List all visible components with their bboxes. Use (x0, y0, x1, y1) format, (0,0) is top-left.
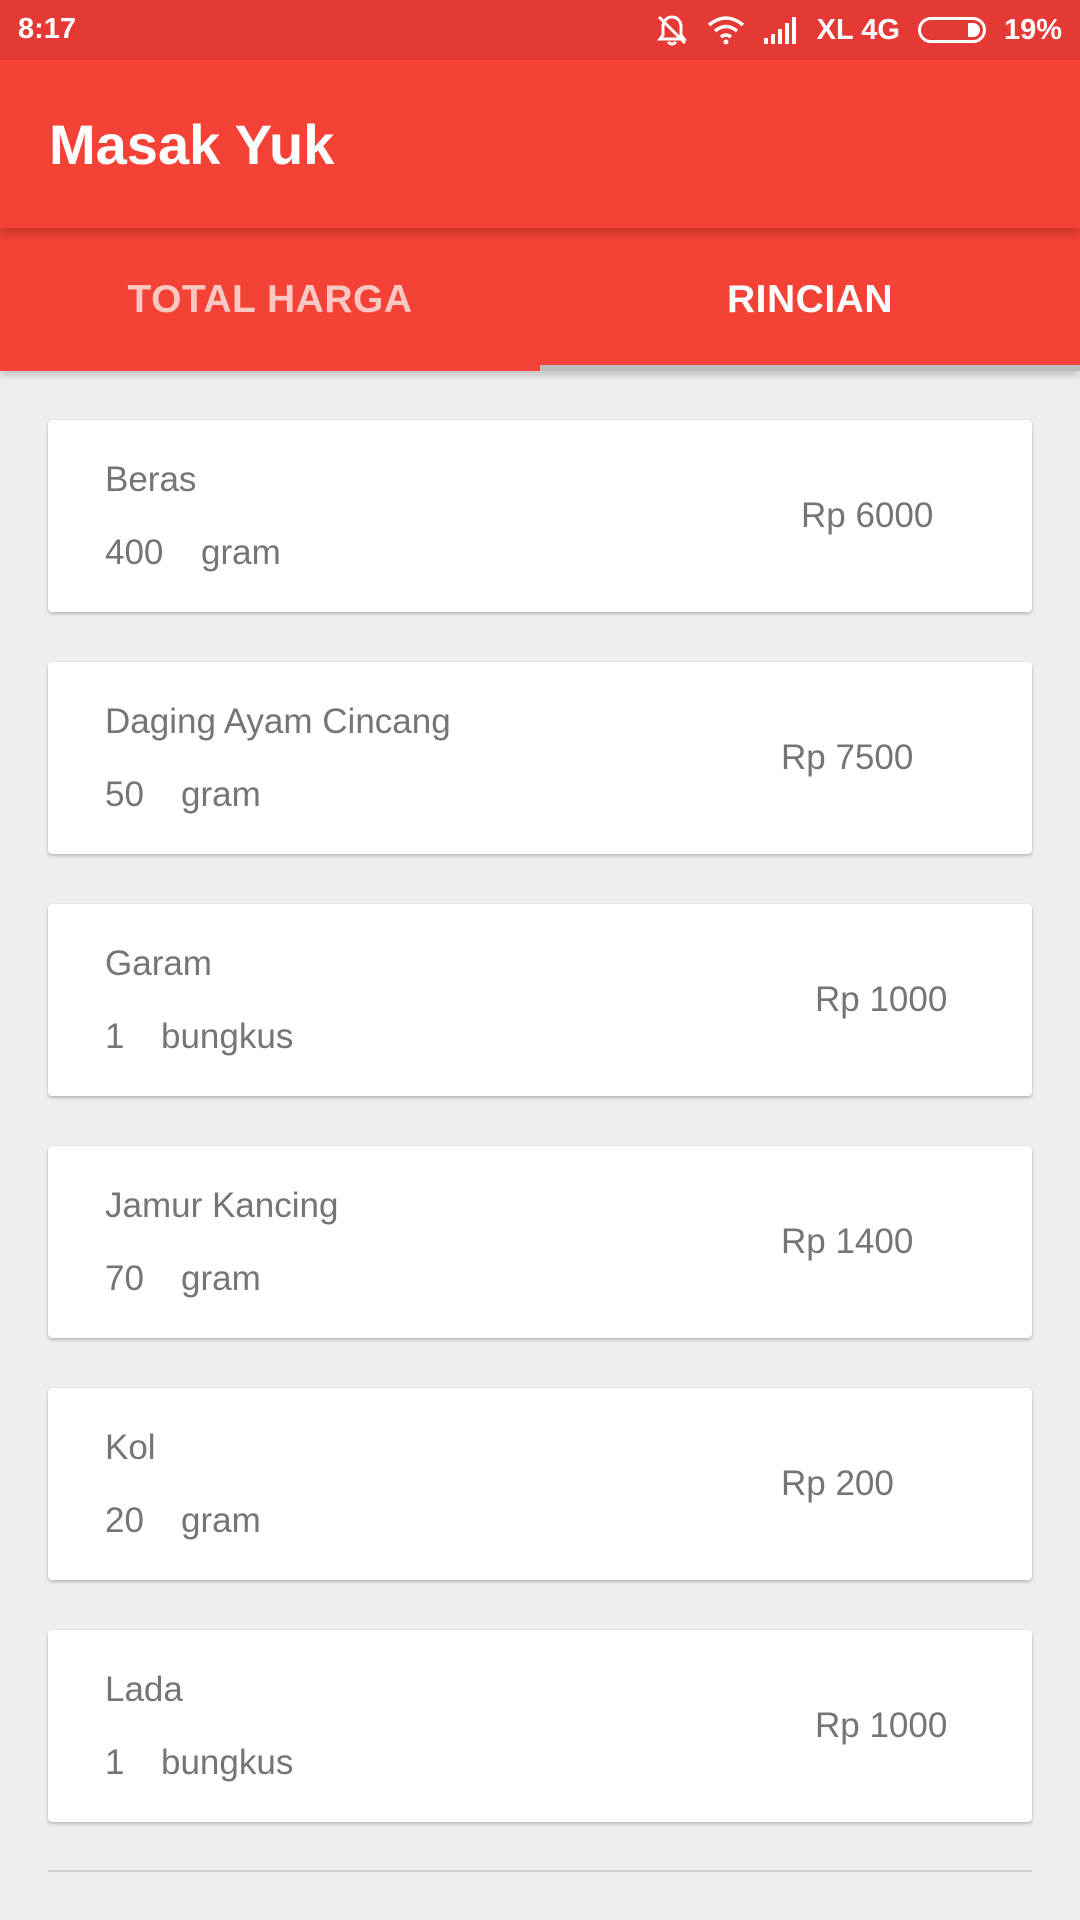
status-time: 8:17 (18, 13, 77, 45)
item-unit: bungkus (161, 1743, 294, 1782)
item-qty: 20 (105, 1501, 144, 1540)
tab-bar: TOTAL HARGA RINCIAN (0, 228, 1080, 371)
item-unit: bungkus (161, 1017, 294, 1056)
item-unit: gram (181, 1259, 261, 1298)
item-name: Daging Ayam Cincang (105, 702, 451, 741)
app-bar: Masak Yuk (0, 60, 1080, 228)
item-price: Rp 1000 (815, 980, 948, 1019)
item-name: Lada (105, 1670, 183, 1709)
list-item[interactable]: Jamur Kancing 70 gram Rp 1400 (48, 1146, 1032, 1338)
item-price: Rp 200 (781, 1464, 894, 1503)
item-unit: gram (181, 1501, 261, 1540)
notifications-off-icon (655, 13, 689, 47)
item-qty: 70 (105, 1259, 144, 1298)
item-price: Rp 1400 (781, 1222, 914, 1261)
item-qty: 1 (105, 1017, 125, 1056)
item-unit: gram (201, 533, 281, 572)
wifi-icon (707, 15, 745, 45)
item-price: Rp 6000 (801, 496, 934, 535)
battery-percent: 19% (1003, 13, 1062, 46)
status-bar: 8:17 XL 4G 19% (0, 0, 1080, 60)
item-qty: 50 (105, 775, 144, 814)
item-price: Rp 1000 (815, 1706, 948, 1745)
item-name: Beras (105, 460, 197, 499)
item-qty: 400 (105, 533, 164, 572)
item-unit: gram (181, 775, 261, 814)
item-qty: 1 (105, 1743, 125, 1782)
list-item[interactable]: Daging Ayam Cincang 50 gram Rp 7500 (48, 662, 1032, 854)
item-name: Kol (105, 1428, 156, 1467)
app-title: Masak Yuk (49, 113, 335, 176)
tab-rincian[interactable]: RINCIAN (540, 228, 1080, 371)
item-name: Jamur Kancing (105, 1186, 339, 1225)
ingredient-list: Beras 400 gram Rp 6000 Daging Ayam Cinca… (48, 420, 1032, 1872)
list-item[interactable]: Kol 20 gram Rp 200 (48, 1388, 1032, 1580)
list-item[interactable]: Beras 400 gram Rp 6000 (48, 420, 1032, 612)
status-icons: XL 4G 19% (655, 0, 1062, 60)
carrier-label: XL 4G (816, 13, 900, 46)
list-item[interactable]: Lada 1 bungkus Rp 1000 (48, 1630, 1032, 1822)
item-name: Garam (105, 944, 212, 983)
list-divider (48, 1870, 1032, 1872)
battery-icon (917, 17, 986, 43)
item-price: Rp 7500 (781, 738, 914, 777)
tab-indicator (540, 365, 1080, 371)
signal-icon (763, 16, 799, 44)
list-item[interactable]: Garam 1 bungkus Rp 1000 (48, 904, 1032, 1096)
tab-total-harga[interactable]: TOTAL HARGA (0, 228, 540, 371)
